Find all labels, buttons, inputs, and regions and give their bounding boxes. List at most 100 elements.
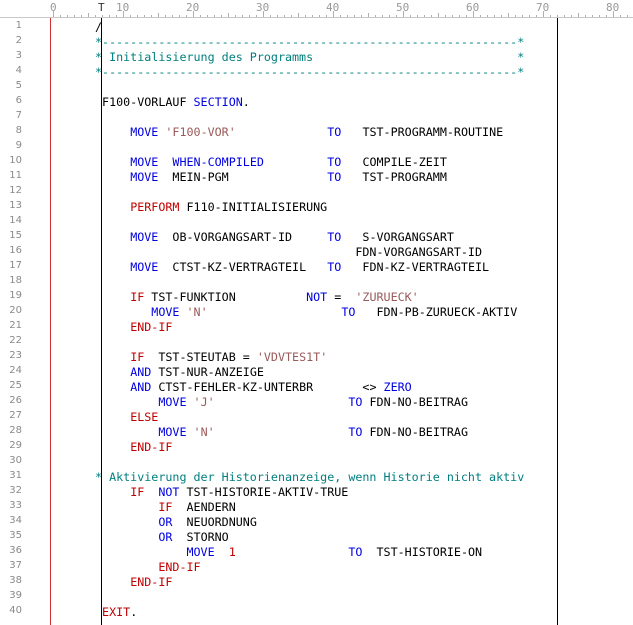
ruler-tick [543,11,544,17]
code-line[interactable]: END-IF [95,320,172,335]
ruler-tick [564,15,565,17]
code-line[interactable]: END-IF [95,440,172,455]
ruler-tick [361,15,362,17]
code-token: TO [327,125,342,139]
line-number: 11 [9,170,22,181]
code-line[interactable]: *---------------------------------------… [95,35,524,50]
code-line[interactable]: EXIT. [95,605,137,620]
ruler-tick [473,11,474,17]
ruler-tick [606,15,607,17]
code-token: MOVE [130,170,159,184]
code-token: MOVE [130,155,159,169]
code-line[interactable]: MOVE 'J' TO FDN-NO-BEITRAG [95,395,468,410]
code-line[interactable]: END-IF [95,575,172,590]
code-line[interactable]: IF AENDERN [95,500,236,515]
code-line[interactable]: MOVE OB-VORGANGSART-ID TO S-VORGANGSART [95,230,454,245]
ruler-tick [627,15,628,17]
code-token: TST-HISTORIE-ON [362,545,483,559]
code-token: TO [327,155,342,169]
ruler-tick [74,15,75,17]
code-token: AENDERN [172,500,236,514]
code-line[interactable]: IF NOT TST-HISTORIE-AKTIV-TRUE [95,485,348,500]
code-token: * Aktivierung der Historienanzeige, wenn… [95,470,525,484]
code-line[interactable]: AND CTST-FEHLER-KZ-UNTERBR <> ZERO [95,380,412,395]
code-line[interactable]: ELSE [95,410,158,425]
code-line[interactable]: MOVE WHEN-COMPILED TO COMPILE-ZEIT [95,155,447,170]
line-number: 1 [15,20,22,31]
line-number: 30 [9,455,22,466]
code-line[interactable]: *---------------------------------------… [95,65,524,80]
code-line[interactable]: IF TST-FUNKTION NOT = 'ZURUECK' [95,290,419,305]
code-line[interactable]: MOVE MEIN-PGM TO TST-PROGRAMM [95,170,447,185]
code-token: TO [327,230,342,244]
code-line[interactable]: MOVE CTST-KZ-VERTRAGTEIL TO FDN-KZ-VERTR… [95,260,489,275]
ruler-tick [431,15,432,17]
ruler-tick [95,15,96,17]
ruler-tick [592,15,593,17]
code-line[interactable]: AND TST-NUR-ANZEIGE [95,365,264,380]
code-token: TO [348,395,363,409]
ruler-tick [221,15,222,17]
line-number: 40 [9,605,22,616]
ruler-tick [207,15,208,17]
code-line[interactable]: / [95,20,102,35]
ruler-tick [67,15,68,17]
ruler-tick [536,15,537,17]
ruler-tick [494,15,495,17]
line-number: 20 [9,305,22,316]
code-token: MOVE [130,125,159,139]
ruler-tick [137,15,138,17]
code-token: ELSE [130,410,159,424]
code-line[interactable]: END-IF [95,560,200,575]
code-line[interactable]: * Initialisierung des Programms * [95,50,524,65]
code-line[interactable]: FDN-VORGANGSART-ID [95,245,482,260]
line-number: 29 [9,440,22,451]
line-number: 32 [9,485,22,496]
code-token: OR [158,530,173,544]
ruler-tick [186,15,187,17]
code-token: ZERO [383,380,412,394]
code-line[interactable]: MOVE 1 TO TST-HISTORIE-ON [95,545,482,560]
code-line[interactable]: MOVE 'N' TO FDN-PB-ZURUECK-AKTIV [95,305,517,320]
code-line[interactable]: PERFORM F110-INITIALISIERUNG [95,200,327,215]
code-line[interactable]: F100-VORLAUF SECTION. [95,95,250,110]
ruler-tick [599,15,600,17]
ruler-tick [522,15,523,17]
ruler-tick [382,15,383,17]
code-line[interactable]: OR STORNO [95,530,228,545]
line-number: 25 [9,380,22,391]
ruler-tick [60,15,61,17]
column-ruler: 0 10 20 30 40 50 60 70 80 T [0,0,633,18]
code-line[interactable]: OR NEUORDNUNG [95,515,257,530]
code-token: SECTION [193,95,243,109]
line-number: 38 [9,575,22,586]
code-token: TST-FUNKTION [144,290,307,304]
code-token: S-VORGANGSART [341,230,454,244]
ruler-tick [410,15,411,17]
code-token: WHEN-COMPILED [172,155,264,169]
code-line[interactable]: * Aktivierung der Historienanzeige, wenn… [95,470,524,485]
code-token: MOVE [151,305,180,319]
code-line[interactable]: MOVE 'N' TO FDN-NO-BEITRAG [95,425,468,440]
code-token: TST-NUR-ANZEIGE [151,365,264,379]
ruler-tick [396,15,397,17]
code-token: 'ZURUECK' [355,290,419,304]
ruler-tick [263,11,264,17]
code-token: PERFORM [130,200,180,214]
line-number: 6 [15,95,22,106]
ruler-tick [200,15,201,17]
code-line[interactable]: IF TST-STEUTAB = 'VDVTES1T' [95,350,327,365]
code-token: MOVE [130,230,159,244]
ruler-tick [333,11,334,17]
code-line[interactable]: MOVE 'F100-VOR' TO TST-PROGRAMM-ROUTINE [95,125,503,140]
